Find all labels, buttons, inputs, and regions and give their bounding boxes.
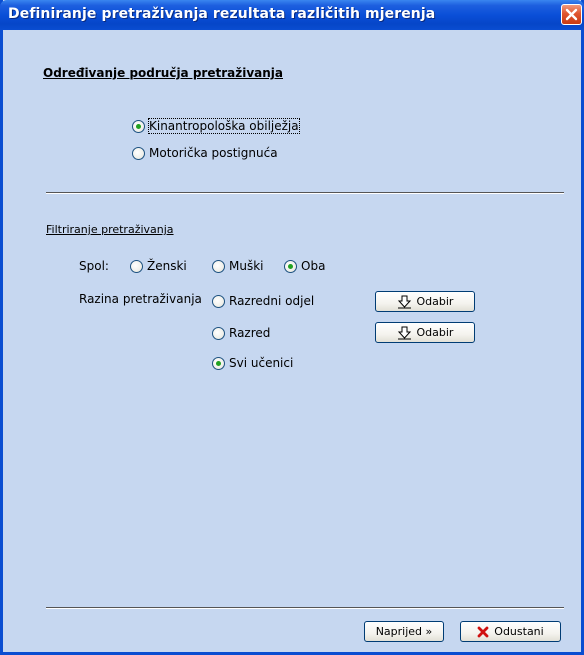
radio-label: Oba [301, 259, 326, 273]
radio-kinantropoloska[interactable]: Kinantropološka obilježja [132, 118, 300, 134]
choose-razredni-odjel-button[interactable]: Odabir [375, 291, 475, 312]
close-button[interactable] [561, 4, 582, 25]
close-icon [565, 8, 578, 21]
radio-zenski[interactable]: Ženski [130, 259, 187, 273]
next-button[interactable]: Naprijed » [364, 621, 444, 642]
radio-button[interactable] [132, 146, 145, 160]
button-label: Naprijed » [375, 625, 433, 638]
button-label: Odustani [494, 625, 544, 638]
radio-button[interactable] [130, 259, 143, 273]
radio-label: Motorička postignuća [149, 146, 278, 160]
radio-svi-ucenici[interactable]: Svi učenici [212, 356, 293, 370]
arrow-down-icon [397, 326, 412, 340]
radio-button[interactable] [212, 259, 225, 273]
radio-label: Razred [229, 326, 271, 340]
radio-motoricka[interactable]: Motorička postignuća [132, 146, 278, 160]
radio-button[interactable] [132, 119, 145, 133]
radio-label: Kinantropološka obilježja [148, 118, 300, 134]
window-title: Definiranje pretraživanja rezultata razl… [8, 6, 436, 22]
choose-razred-button[interactable]: Odabir [375, 322, 475, 343]
radio-label: Svi učenici [229, 356, 294, 370]
dialog-window: Definiranje pretraživanja rezultata razl… [0, 0, 584, 655]
red-x-icon [477, 626, 489, 638]
button-label: Odabir [416, 326, 454, 339]
radio-label: Muški [229, 259, 264, 273]
footer-divider [46, 607, 564, 609]
dialog-content: Određivanje područja pretraživanja Kinan… [3, 30, 581, 652]
radio-razred[interactable]: Razred [212, 326, 270, 340]
radio-muski[interactable]: Muški [212, 259, 264, 273]
filter-group-label: Filtriranje pretraživanja [46, 223, 174, 236]
search-area-heading: Određivanje područja pretraživanja [43, 66, 283, 80]
gender-label: Spol: [79, 259, 109, 273]
arrow-down-icon [397, 295, 412, 309]
radio-label: Ženski [147, 259, 187, 273]
cancel-button[interactable]: Odustani [460, 621, 561, 642]
radio-oba[interactable]: Oba [284, 259, 325, 273]
radio-button[interactable] [212, 356, 225, 370]
radio-label: Razredni odjel [229, 294, 315, 308]
radio-button[interactable] [284, 259, 297, 273]
radio-button[interactable] [212, 326, 225, 340]
level-label: Razina pretraživanja [79, 292, 202, 306]
radio-razredni-odjel[interactable]: Razredni odjel [212, 294, 314, 308]
section-divider [46, 192, 564, 194]
title-bar[interactable]: Definiranje pretraživanja rezultata razl… [0, 0, 584, 30]
button-label: Odabir [416, 295, 454, 308]
radio-button[interactable] [212, 294, 225, 308]
